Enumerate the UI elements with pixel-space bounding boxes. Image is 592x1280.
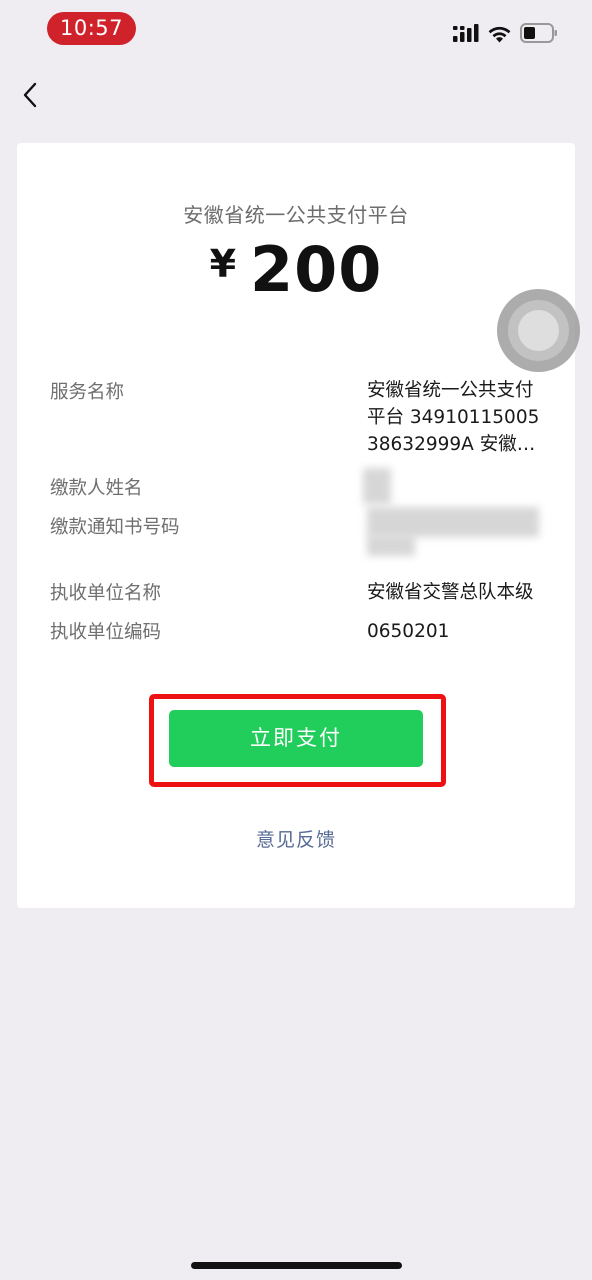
service-name-value: 安徽省统一公共支付平台 3491011500538632999A 安徽… [367, 380, 540, 455]
home-indicator[interactable] [191, 1262, 402, 1269]
collector-name-value: 安徽省交警总队本级 [367, 582, 534, 603]
pay-now-button[interactable]: 立即支付 [169, 710, 423, 767]
collector-code-label: 执收单位编码 [50, 622, 162, 643]
signal-icon [453, 24, 479, 42]
service-name-label: 服务名称 [50, 382, 125, 403]
collector-code-value: 0650201 [367, 621, 450, 642]
notice-number-label: 缴款通知书号码 [50, 517, 180, 538]
assistive-touch-button[interactable] [497, 289, 580, 372]
payment-amount: ¥200 [17, 233, 575, 306]
payment-card: 安徽省统一公共支付平台 ¥200 服务名称 安徽省统一公共支付平台 349101… [17, 143, 575, 908]
wifi-icon [488, 26, 511, 42]
merchant-name: 安徽省统一公共支付平台 [183, 203, 409, 227]
status-time: 10:57 [47, 12, 136, 45]
amount-value: 200 [250, 233, 383, 306]
assistive-touch-core [518, 310, 559, 351]
payer-name-label: 缴款人姓名 [50, 478, 143, 499]
battery-icon [520, 23, 557, 43]
collector-name-label: 执收单位名称 [50, 583, 162, 604]
chevron-left-icon [23, 82, 37, 108]
currency-symbol: ¥ [209, 242, 237, 286]
payer-name-redacted [363, 468, 391, 504]
notice-number-redacted-line2 [367, 536, 415, 556]
notice-number-redacted [367, 507, 539, 537]
feedback-link[interactable]: 意见反馈 [17, 825, 575, 852]
back-button[interactable] [16, 78, 50, 112]
status-bar: 10:57 [0, 0, 592, 60]
status-icons [453, 20, 558, 46]
